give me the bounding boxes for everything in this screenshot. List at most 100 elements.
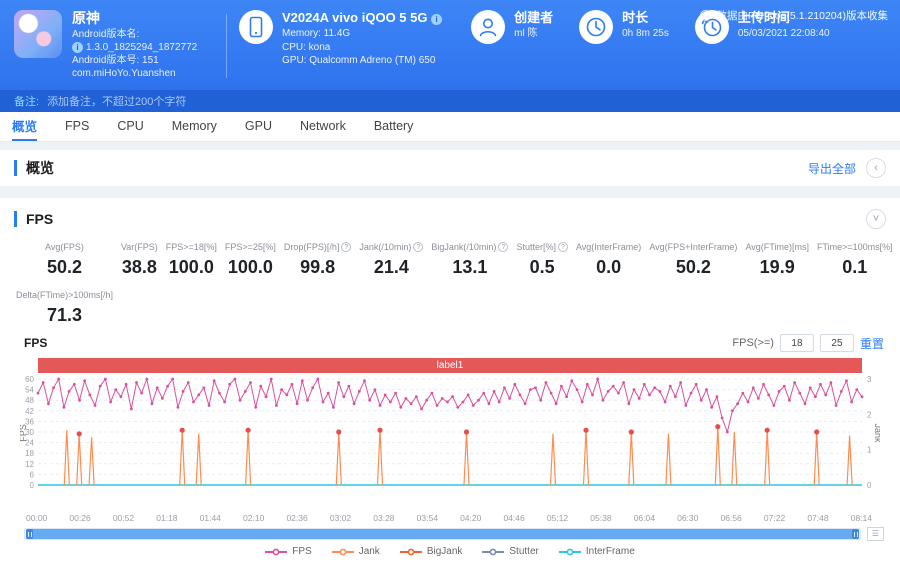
chart-scrollbar[interactable] — [24, 528, 861, 540]
chart-legend: FPS Jank BigJank Stutter InterFrame — [0, 546, 900, 557]
x-tick-label: 01:18 — [156, 513, 177, 523]
device-gpu: GPU: Qualcomm Adreno (TM) 650 — [282, 54, 445, 68]
metric-value: 100.0 — [166, 257, 217, 278]
duration-clock-icon — [579, 10, 613, 44]
metric-value: 50.2 — [16, 257, 113, 278]
tab-CPU[interactable]: CPU — [117, 112, 143, 141]
tab-Battery[interactable]: Battery — [374, 112, 414, 141]
app-version-value: 1.3.0_1825294_1872772 — [86, 42, 197, 53]
export-all-link[interactable]: 导出全部 — [808, 160, 856, 177]
tab-bar: 概览 FPS CPU Memory GPU Network Battery — [0, 112, 900, 142]
x-tick-label: 08:14 — [851, 513, 872, 523]
svg-text:0: 0 — [30, 481, 35, 490]
metric: Jank(/10min)?21.4 — [359, 242, 423, 278]
metric: Avg(FPS)50.2 — [16, 242, 113, 278]
app-build-label: Android版本号: 151 — [72, 54, 197, 67]
metric: Avg(FPS+InterFrame)50.2 — [649, 242, 737, 278]
tab-Memory[interactable]: Memory — [172, 112, 217, 141]
fps-threshold-max-input[interactable] — [820, 334, 854, 352]
metric: Var(FPS)38.8 — [121, 242, 158, 278]
legend-item-fps[interactable]: FPS — [265, 546, 311, 557]
legend-label: InterFrame — [586, 546, 635, 557]
metric-info-icon[interactable]: ? — [498, 242, 508, 252]
legend-swatch-icon — [332, 547, 354, 557]
overview-collapse-button[interactable]: ‹ — [866, 158, 886, 178]
svg-text:2: 2 — [867, 410, 872, 419]
legend-label: Stutter — [509, 546, 538, 557]
metric: FTime>=100ms[%]0.1 — [817, 242, 893, 278]
header-divider — [226, 14, 227, 78]
tab-FPS[interactable]: FPS — [65, 112, 89, 141]
report-header: 原神 Android版本名: i1.3.0_1825294_1872772 An… — [0, 0, 900, 90]
duration-value: 0h 8m 25s — [622, 27, 669, 41]
upload-value: 05/03/2021 22:08:40 — [738, 27, 830, 41]
x-tick-label: 06:56 — [721, 513, 742, 523]
metric-info-icon[interactable]: ? — [341, 242, 351, 252]
reset-link[interactable]: 重置 — [860, 335, 884, 352]
tab-概览[interactable]: 概览 — [12, 112, 37, 141]
legend-item-interframe[interactable]: InterFrame — [559, 546, 635, 557]
x-tick-label: 00:00 — [26, 513, 47, 523]
creator-info: 创建者 ml 陈 — [471, 10, 553, 82]
svg-text:3: 3 — [867, 375, 872, 384]
metric-value: 21.4 — [359, 257, 423, 278]
x-tick-label: 01:44 — [200, 513, 221, 523]
tab-Network[interactable]: Network — [300, 112, 346, 141]
device-cpu: CPU: kona — [282, 41, 445, 55]
metric: FPS>=25[%]100.0 — [225, 242, 276, 278]
svg-text:1: 1 — [867, 446, 872, 455]
creator-value: ml 陈 — [514, 27, 553, 41]
fps-threshold-min-input[interactable] — [780, 334, 814, 352]
tab-GPU[interactable]: GPU — [245, 112, 272, 141]
x-tick-label: 06:30 — [677, 513, 698, 523]
metric: BigJank(/10min)?13.1 — [431, 242, 508, 278]
metric-info-icon[interactable]: ? — [558, 242, 568, 252]
metric-value: 100.0 — [225, 257, 276, 278]
fps-threshold-label: FPS(>=) — [732, 337, 774, 349]
x-tick-label: 03:02 — [330, 513, 351, 523]
svg-text:0: 0 — [867, 481, 872, 490]
metric-info-icon[interactable]: ? — [413, 242, 423, 252]
legend-item-bigjank[interactable]: BigJank — [400, 546, 463, 557]
legend-item-stutter[interactable]: Stutter — [482, 546, 538, 557]
info-icon[interactable]: i — [72, 42, 83, 53]
overview-section-header: 概览 导出全部 ‹ — [0, 150, 900, 186]
metric: FPS>=18[%]100.0 — [166, 242, 217, 278]
metric-value: 99.8 — [284, 257, 352, 278]
svg-text:42: 42 — [25, 407, 34, 416]
legend-label: BigJank — [427, 546, 463, 557]
x-tick-label: 00:52 — [113, 513, 134, 523]
scrollbar-left-handle[interactable] — [26, 529, 33, 539]
metric: Avg(FTime)[ms]19.9 — [745, 242, 809, 278]
phone-icon — [239, 10, 273, 44]
app-info: 原神 Android版本名: i1.3.0_1825294_1872772 An… — [14, 10, 226, 82]
legend-item-jank[interactable]: Jank — [332, 546, 380, 557]
fps-collapse-button[interactable]: ˅ — [866, 209, 886, 229]
metric: Drop(FPS)[/h]?99.8 — [284, 242, 352, 278]
svg-text:54: 54 — [25, 386, 34, 395]
metric: Avg(InterFrame)0.0 — [576, 242, 641, 278]
data-zoom-toggle[interactable]: ☰ — [867, 527, 884, 541]
note-bar: 备注: 添加备注，不超过200个字符 — [0, 90, 900, 112]
device-model: V2024A vivo iQOO 5 5G i — [282, 10, 445, 25]
overview-title: 概览 — [14, 160, 54, 176]
note-placeholder[interactable]: 添加备注，不超过200个字符 — [47, 93, 186, 109]
app-version-row: i1.3.0_1825294_1872772 — [72, 41, 197, 54]
chart-x-axis: 00:0000:2600:5201:1801:4402:1002:3603:02… — [26, 513, 872, 523]
metric-value: 50.2 — [649, 257, 737, 278]
device-info: V2024A vivo iQOO 5 5G i Memory: 11.4G CP… — [239, 10, 445, 82]
metric-value: 0.1 — [817, 257, 893, 278]
chart-scrollbar-thumb[interactable] — [26, 529, 859, 539]
legend-swatch-icon — [482, 547, 504, 557]
metric-value: 38.8 — [121, 257, 158, 278]
x-tick-label: 00:26 — [69, 513, 90, 523]
app-name: 原神 — [72, 10, 197, 26]
metrics-grid: Avg(FPS)50.2Var(FPS)38.8FPS>=18[%]100.0F… — [0, 232, 900, 330]
metric-value: 19.9 — [745, 257, 809, 278]
scrollbar-right-handle[interactable] — [852, 529, 859, 539]
x-tick-label: 06:04 — [634, 513, 655, 523]
info-icon[interactable]: i — [431, 14, 442, 25]
app-icon — [14, 10, 62, 58]
x-tick-label: 07:22 — [764, 513, 785, 523]
fps-chart-svg[interactable]: 061218243036424854600123FPSJank — [20, 373, 880, 513]
